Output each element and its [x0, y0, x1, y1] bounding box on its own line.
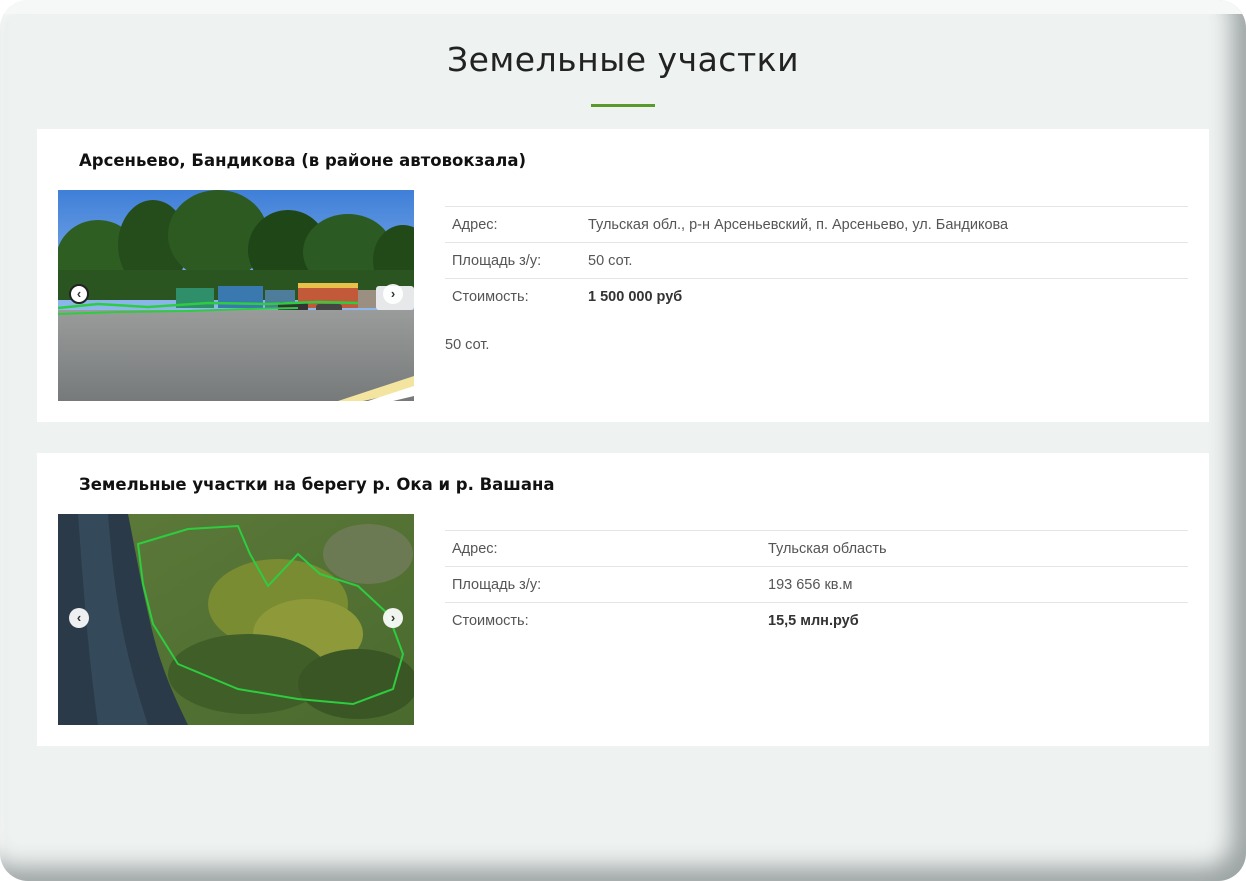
- price-row: Стоимость: 15,5 млн.руб: [445, 602, 1188, 638]
- price-row: Стоимость: 1 500 000 руб: [445, 278, 1188, 314]
- listing-card: Земельные участки на берегу р. Ока и р. …: [37, 453, 1209, 746]
- price-label: Стоимость:: [452, 288, 529, 305]
- listing-title[interactable]: Арсеньево, Бандикова (в районе автовокза…: [79, 151, 526, 170]
- price-value: 15,5 млн.руб: [768, 612, 859, 629]
- address-label: Адрес:: [452, 540, 498, 557]
- price-value: 1 500 000 руб: [588, 288, 683, 305]
- chevron-left-icon[interactable]: ‹: [69, 608, 89, 628]
- listing-title[interactable]: Земельные участки на берегу р. Ока и р. …: [79, 475, 555, 494]
- photo-slider[interactable]: ‹ ›: [58, 190, 414, 401]
- area-label: Площадь з/у:: [452, 576, 542, 593]
- price-label: Стоимость:: [452, 612, 529, 629]
- listing-photo: [58, 514, 414, 725]
- address-value: Тульская область: [768, 540, 887, 557]
- listing-details: Адрес: Тульская область Площадь з/у: 193…: [445, 530, 1188, 638]
- area-row: Площадь з/у: 193 656 кв.м: [445, 566, 1188, 602]
- page-title: Земельные участки: [446, 40, 800, 79]
- area-value: 193 656 кв.м: [768, 576, 853, 593]
- address-row: Адрес: Тульская обл., р-н Арсеньевский, …: [445, 206, 1188, 242]
- area-label: Площадь з/у:: [452, 252, 542, 269]
- area-value: 50 сот.: [588, 252, 633, 269]
- listing-photo: [58, 190, 414, 401]
- chevron-right-icon[interactable]: ›: [383, 608, 403, 628]
- page-frame: Земельные участки Арсеньево, Бандикова (…: [0, 0, 1246, 881]
- area-row: Площадь з/у: 50 сот.: [445, 242, 1188, 278]
- listing-note: 50 сот.: [445, 337, 490, 353]
- address-value: Тульская обл., р-н Арсеньевский, п. Арсе…: [588, 216, 1009, 233]
- photo-slider[interactable]: ‹ ›: [58, 514, 414, 725]
- listing-details: Адрес: Тульская обл., р-н Арсеньевский, …: [445, 206, 1188, 314]
- listing-card: Арсеньево, Бандикова (в районе автовокза…: [37, 129, 1209, 422]
- address-label: Адрес:: [452, 216, 498, 233]
- title-underline: [591, 104, 655, 107]
- chevron-right-icon[interactable]: ›: [383, 284, 403, 304]
- address-row: Адрес: Тульская область: [445, 530, 1188, 566]
- chevron-left-icon[interactable]: ‹: [69, 284, 89, 304]
